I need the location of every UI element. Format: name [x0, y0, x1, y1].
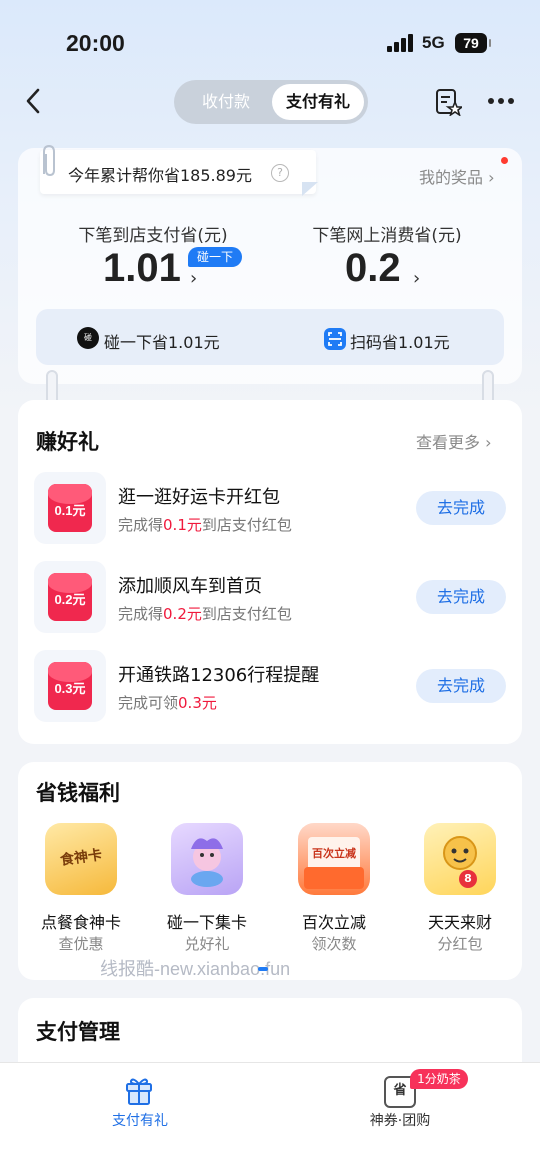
red-envelope-icon: 0.1元 [48, 484, 92, 532]
benefit-name[interactable]: 点餐食神卡 [21, 909, 141, 933]
save-benefits-title: 省钱福利 [36, 781, 120, 805]
tab-pay-gifts[interactable]: 支付有礼 [272, 84, 364, 120]
task-title: 添加顺风车到首页 [118, 576, 262, 597]
discount-icon[interactable]: 百次立减 [298, 823, 370, 895]
task-complete-button[interactable]: 去完成 [416, 491, 506, 525]
network-type: 5G [422, 33, 445, 52]
tap-pay-icon: 碰 [77, 327, 99, 349]
status-time: 20:00 [66, 30, 125, 56]
more-icon[interactable] [488, 98, 516, 106]
daily-fortune-icon[interactable]: 8 [424, 823, 496, 895]
see-more-link[interactable]: 查看更多 › [416, 429, 492, 453]
chevron-right-icon[interactable]: › [413, 268, 420, 289]
benefit-sub: 兑好礼 [184, 935, 230, 953]
food-card-icon[interactable]: 食神卡 [45, 823, 117, 895]
next-online-value[interactable]: 0.2 [345, 246, 401, 291]
tab-pay-gifts-bottom[interactable]: 支付有礼 [98, 1110, 182, 1130]
benefit-name[interactable]: 天天来财 [400, 909, 520, 933]
payment-management-title: 支付管理 [36, 1020, 120, 1044]
benefit-sub: 查优惠 [58, 935, 104, 953]
back-arrow-icon[interactable] [22, 86, 48, 116]
notification-dot [501, 157, 508, 164]
segment-control: 收付款 支付有礼 [174, 80, 368, 124]
tap-badge: 碰一下 [188, 247, 242, 267]
benefit-sub: 分红包 [437, 935, 483, 953]
task-subtitle: 完成可领0.3元 [118, 694, 217, 712]
tab-coupons-groupbuy[interactable]: 神券·团购 [352, 1110, 448, 1130]
tap-save-text[interactable]: 碰一下省1.01元 [104, 329, 220, 353]
benefit-name[interactable]: 碰一下集卡 [147, 909, 267, 933]
red-envelope-icon: 0.2元 [48, 573, 92, 621]
task-subtitle: 完成得0.1元到店支付红包 [118, 516, 292, 534]
paperclip-icon [43, 144, 55, 177]
scan-icon [324, 328, 346, 350]
earn-gifts-title: 赚好礼 [36, 430, 99, 454]
task-title: 逛一逛好运卡开红包 [118, 487, 280, 508]
task-complete-button[interactable]: 去完成 [416, 580, 506, 614]
benefit-name[interactable]: 百次立减 [274, 909, 394, 933]
task-title: 开通铁路12306行程提醒 [118, 665, 320, 686]
battery-icon: 79 [455, 33, 491, 53]
chevron-right-icon[interactable]: › [190, 268, 197, 289]
card-collect-icon[interactable] [171, 823, 243, 895]
tab-receive-pay[interactable]: 收付款 [180, 84, 272, 120]
bill-star-icon[interactable] [434, 88, 462, 116]
scan-save-text[interactable]: 扫码省1.01元 [350, 329, 450, 353]
help-icon[interactable]: ? [271, 164, 289, 182]
status-bar: 20:00 5G 79 [0, 0, 540, 86]
signal-icon [387, 34, 415, 52]
next-store-label: 下笔到店支付省(元) [78, 226, 228, 246]
red-envelope-icon: 0.3元 [48, 662, 92, 710]
benefit-sub: 领次数 [311, 935, 357, 953]
gift-icon[interactable] [124, 1074, 154, 1106]
next-store-value[interactable]: 1.01 [103, 246, 181, 291]
task-subtitle: 完成得0.2元到店支付红包 [118, 605, 292, 623]
yearly-savings-text: 今年累计帮你省185.89元 [68, 166, 252, 185]
page-indicator [258, 967, 268, 971]
promo-badge: 1分奶茶 [410, 1069, 468, 1089]
my-prizes-link[interactable]: 我的奖品 › [419, 164, 495, 188]
next-online-label: 下笔网上消费省(元) [312, 226, 462, 246]
task-complete-button[interactable]: 去完成 [416, 669, 506, 703]
